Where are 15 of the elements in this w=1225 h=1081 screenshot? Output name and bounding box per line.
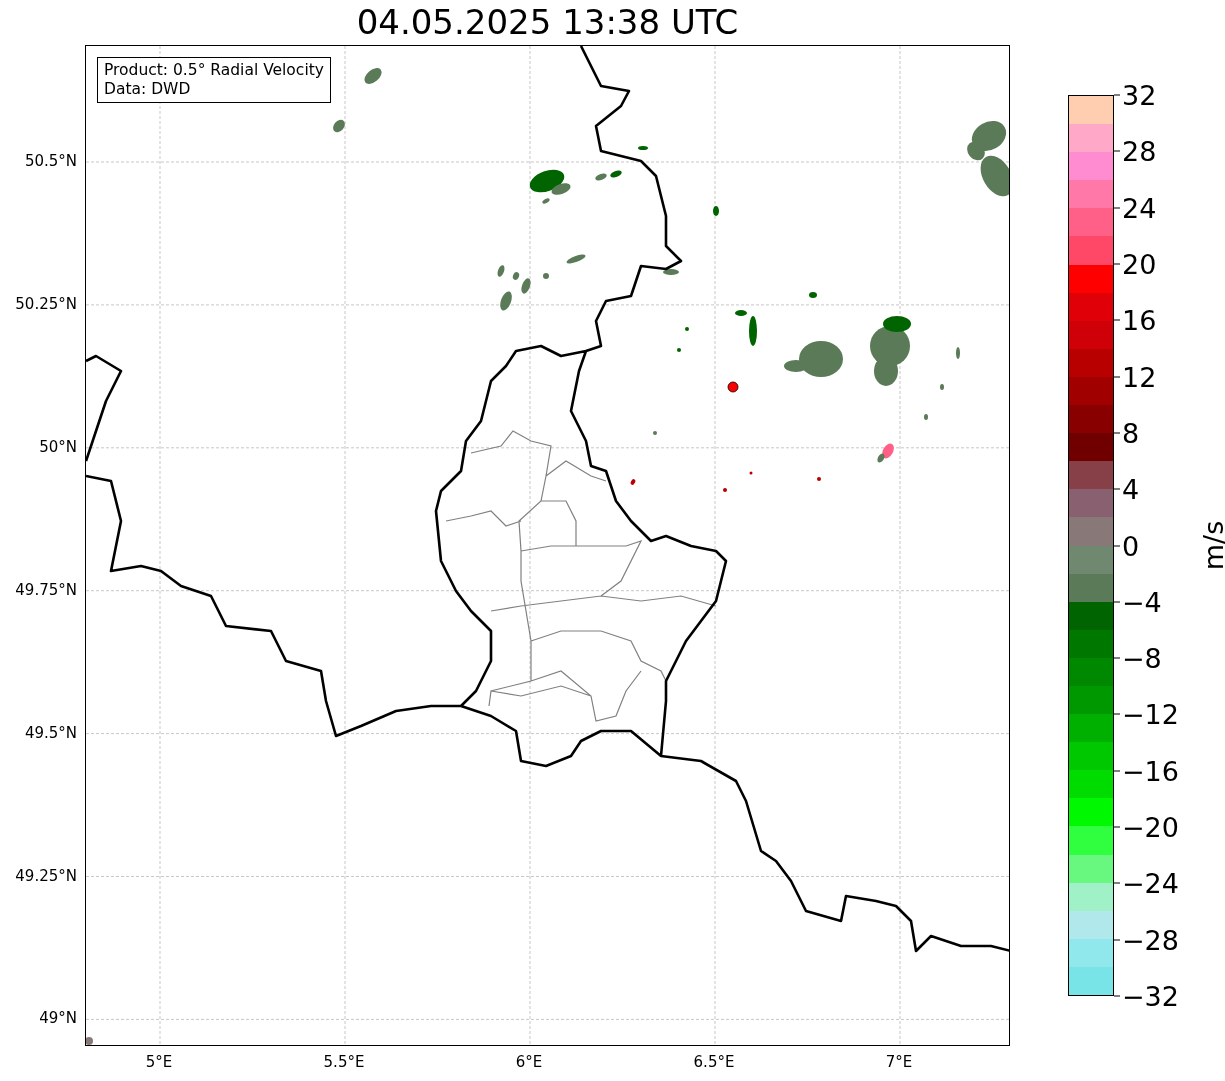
- latitude-tick-label: 50°N: [39, 437, 77, 456]
- plot-title: 04.05.2025 13:38 UTC: [356, 2, 739, 42]
- longitude-tick-label: 5.5°E: [323, 1053, 365, 1071]
- latitude-tick-label: 49.25°N: [15, 866, 77, 885]
- latitude-tick-label: 49.5°N: [24, 723, 77, 742]
- latitude-tick-label: 49°N: [39, 1009, 77, 1028]
- info-legend-box: Product: 0.5° Radial Velocity Data: DWD: [97, 57, 331, 103]
- latitude-tick-label: 50.25°N: [15, 294, 77, 313]
- longitude-tick-label: 7°E: [885, 1053, 913, 1071]
- latitude-tick-label: 50.5°N: [24, 152, 77, 170]
- longitude-tick-label: 6°E: [515, 1053, 543, 1071]
- longitude-tick-label: 5°E: [145, 1053, 173, 1071]
- radar-site-marker: [727, 381, 739, 393]
- latitude-tick-label: 49.75°N: [15, 580, 77, 599]
- longitude-tick-label: 6.5°E: [693, 1053, 735, 1071]
